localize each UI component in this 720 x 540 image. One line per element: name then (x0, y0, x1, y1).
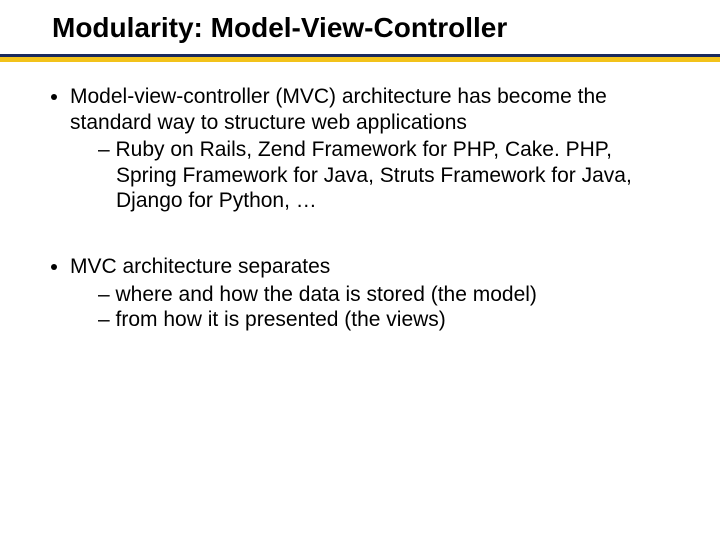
sub-bullet-item: where and how the data is stored (the mo… (98, 282, 672, 308)
bullet-item: MVC architecture separates where and how… (70, 254, 672, 333)
sub-bullet-item: Ruby on Rails, Zend Framework for PHP, C… (98, 137, 672, 214)
bullet-text: Model-view-controller (MVC) architecture… (70, 85, 607, 134)
sub-bullet-text: from how it is presented (the views) (116, 308, 446, 331)
sub-bullet-text: where and how the data is stored (the mo… (116, 283, 537, 306)
sub-bullet-list: where and how the data is stored (the mo… (70, 282, 672, 333)
bullet-item: Model-view-controller (MVC) architecture… (70, 84, 672, 214)
title-area: Modularity: Model-View-Controller (0, 0, 720, 50)
slide-body: Model-view-controller (MVC) architecture… (0, 50, 720, 333)
sub-bullet-item: from how it is presented (the views) (98, 307, 672, 333)
sub-bullet-text: Ruby on Rails, Zend Framework for PHP, C… (116, 138, 632, 212)
bullet-text: MVC architecture separates (70, 255, 330, 278)
slide-title: Modularity: Model-View-Controller (52, 12, 720, 50)
sub-bullet-list: Ruby on Rails, Zend Framework for PHP, C… (70, 137, 672, 214)
spacer (70, 242, 672, 254)
title-rule-yellow (0, 57, 720, 62)
bullet-list: Model-view-controller (MVC) architecture… (48, 84, 672, 333)
slide: Modularity: Model-View-Controller Model-… (0, 0, 720, 540)
